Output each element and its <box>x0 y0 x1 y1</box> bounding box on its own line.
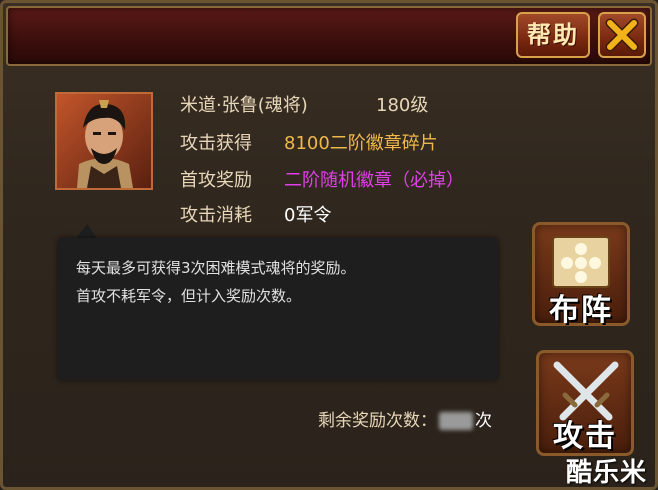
formation-button[interactable]: 布阵 <box>532 222 630 328</box>
formation-label: 布阵 <box>549 293 613 328</box>
attack-label: 攻击 <box>553 419 617 454</box>
general-name-row: 米道·张鲁(魂将) 180级 <box>180 93 428 119</box>
close-icon <box>605 18 639 52</box>
cost-label: 攻击消耗 <box>180 205 252 226</box>
first-attack-row: 首攻奖励 二阶随机徽章（必掉） <box>180 168 464 194</box>
general-portrait <box>55 92 153 190</box>
formation-icon <box>552 236 610 288</box>
close-button[interactable] <box>598 12 646 58</box>
cost-row: 攻击消耗 0军令 <box>180 203 331 229</box>
tooltip-arrow <box>76 224 98 239</box>
first-attack-value: 二阶随机徽章（必掉） <box>284 170 464 191</box>
tooltip-line-1: 每天最多可获得3次困难模式魂将的奖励。 <box>76 259 356 277</box>
reward-label: 攻击获得 <box>180 133 252 154</box>
help-button[interactable]: 帮助 <box>516 12 590 58</box>
reward-row: 攻击获得 8100二阶徽章碎片 <box>180 131 438 157</box>
remaining-label: 剩余奖励次数： <box>318 411 437 431</box>
first-attack-label: 首攻奖励 <box>180 170 252 191</box>
tooltip-line-2: 首攻不耗军令，但计入奖励次数。 <box>76 287 302 305</box>
cost-value: 0军令 <box>284 205 332 226</box>
remaining-count: 剩余奖励次数： 次 <box>318 406 492 431</box>
watermark: 酷乐米 <box>566 458 648 488</box>
reward-value: 8100二阶徽章碎片 <box>284 133 438 154</box>
remaining-value-obscured <box>439 412 473 430</box>
remaining-suffix: 次 <box>475 411 492 431</box>
tooltip: 每天最多可获得3次困难模式魂将的奖励。 首攻不耗军令，但计入奖励次数。 <box>58 238 498 380</box>
attack-button[interactable]: 攻击 <box>536 350 634 456</box>
general-level: 180级 <box>376 95 429 116</box>
general-name: 米道·张鲁(魂将) <box>180 95 308 116</box>
